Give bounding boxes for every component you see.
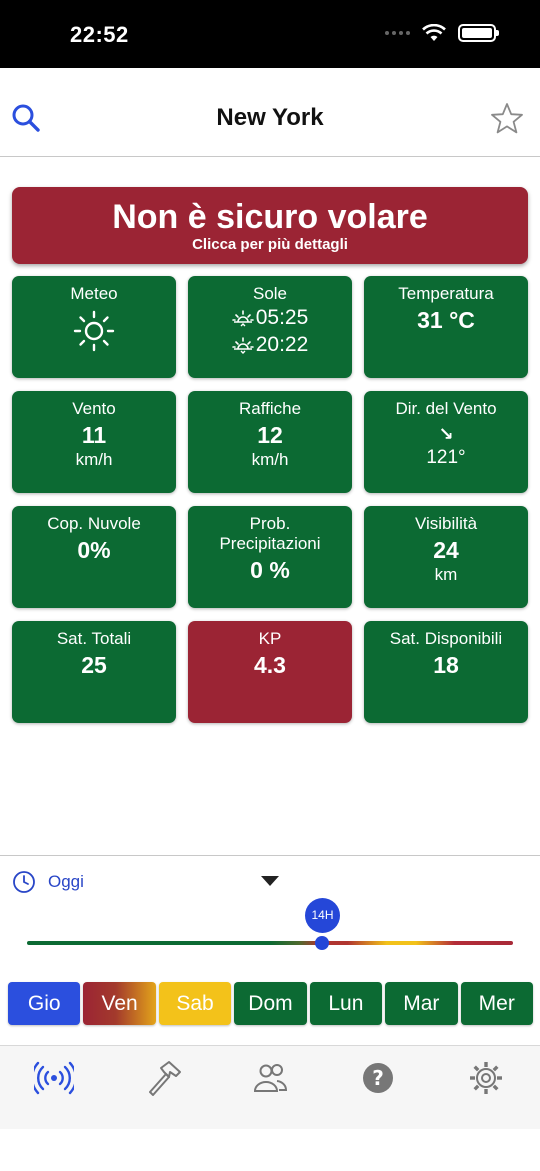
tile-label: Cop. Nuvole xyxy=(47,514,141,533)
page-title: New York xyxy=(216,104,324,131)
tile-label: KP xyxy=(258,629,282,648)
tile-unit: km xyxy=(434,565,458,584)
svg-text:?: ? xyxy=(372,1066,384,1090)
tile-label: Meteo xyxy=(70,284,118,303)
conditions-grid: Meteo Sole 05:25 20:22 Temperatura 31 °C… xyxy=(12,276,528,723)
tile-label: Sat. Disponibili xyxy=(389,629,503,648)
favorite-star-icon[interactable] xyxy=(490,102,524,136)
tile-value: 24 xyxy=(433,537,459,563)
day-button-mar[interactable]: Mar xyxy=(385,982,458,1025)
tile-sole[interactable]: Sole 05:25 20:22 xyxy=(188,276,352,378)
sunset-row: 20:22 xyxy=(188,331,352,358)
tile-value: 18 xyxy=(433,652,459,678)
signal-broadcast-icon xyxy=(34,1061,74,1095)
sun-icon xyxy=(73,310,115,352)
status-time: 22:52 xyxy=(70,22,129,47)
day-button-mer[interactable]: Mer xyxy=(460,982,533,1025)
help-icon: ? xyxy=(363,1063,393,1093)
wifi-icon xyxy=(422,24,446,41)
navigation-bar: New York xyxy=(0,68,540,157)
tile-label: Raffiche xyxy=(238,399,302,418)
tile-probabilita-precipitazioni[interactable]: Prob. Precipitazioni 0 % xyxy=(188,506,352,608)
tab-settings[interactable] xyxy=(464,1060,508,1096)
day-button-gio[interactable]: Gio xyxy=(8,982,81,1025)
day-selector: Gio Ven Sab Dom Lun Mar Mer xyxy=(8,982,533,1025)
tab-tools[interactable] xyxy=(140,1060,184,1096)
sunset-time: 20:22 xyxy=(255,333,309,356)
tab-community[interactable] xyxy=(248,1060,292,1096)
tile-satelliti-disponibili[interactable]: Sat. Disponibili 18 xyxy=(364,621,528,723)
tile-copertura-nuvole[interactable]: Cop. Nuvole 0% xyxy=(12,506,176,608)
tile-unit: km/h xyxy=(251,450,289,469)
tile-value: 121° xyxy=(426,447,466,468)
tile-label: Sat. Totali xyxy=(56,629,132,648)
status-bar: 22:52 xyxy=(0,0,540,68)
safety-details-link: Clicca per più dettagli xyxy=(192,236,348,253)
tile-direzione-vento[interactable]: Dir. del Vento ↘ 121° xyxy=(364,391,528,493)
tile-label: Visibilità xyxy=(414,514,478,533)
tile-meteo[interactable]: Meteo xyxy=(12,276,176,378)
day-button-ven[interactable]: Ven xyxy=(83,982,156,1025)
sunrise-icon xyxy=(231,309,254,326)
sunset-icon xyxy=(231,336,254,354)
hour-slider-track[interactable] xyxy=(27,941,513,945)
tile-value: 4.3 xyxy=(254,652,286,678)
tile-label: Vento xyxy=(72,399,116,418)
sunrise-row: 05:25 xyxy=(188,304,352,331)
day-button-sab[interactable]: Sab xyxy=(158,982,232,1025)
cellular-signal-icon xyxy=(385,31,410,35)
tile-raffiche[interactable]: Raffiche 12 km/h xyxy=(188,391,352,493)
tile-kp-index[interactable]: KP 4.3 xyxy=(188,621,352,723)
tile-value: 25 xyxy=(81,652,107,678)
day-button-lun[interactable]: Lun xyxy=(309,982,383,1025)
tile-label: Prob. Precipitazioni xyxy=(219,514,321,553)
home-indicator-area xyxy=(0,1129,540,1171)
tab-help[interactable]: ? xyxy=(356,1060,400,1096)
tile-value: 12 xyxy=(257,422,283,448)
people-icon xyxy=(253,1064,288,1092)
tile-label: Sole xyxy=(252,284,288,303)
tile-temperatura[interactable]: Temperatura 31 °C xyxy=(364,276,528,378)
hour-slider-thumb[interactable] xyxy=(315,936,329,950)
settings-gear-icon xyxy=(470,1062,502,1094)
safety-status-title: Non è sicuro volare xyxy=(112,198,428,236)
tile-label: Temperatura xyxy=(398,284,494,303)
sunrise-time: 05:25 xyxy=(255,306,309,329)
status-indicators xyxy=(385,24,499,42)
dropdown-caret-icon[interactable] xyxy=(261,876,279,886)
clock-icon xyxy=(13,871,35,893)
today-label: Oggi xyxy=(48,872,84,891)
tile-value: 11 xyxy=(81,422,107,448)
flight-safety-banner[interactable]: Non è sicuro volare Clicca per più detta… xyxy=(12,187,528,264)
wind-direction-arrow-icon: ↘ xyxy=(438,424,454,444)
tile-value: 31 °C xyxy=(417,307,475,333)
hammer-icon xyxy=(149,1061,181,1096)
tile-visibilita[interactable]: Visibilità 24 km xyxy=(364,506,528,608)
day-button-dom[interactable]: Dom xyxy=(234,982,307,1025)
tile-vento[interactable]: Vento 11 km/h xyxy=(12,391,176,493)
tab-bar: ? xyxy=(0,1045,540,1129)
tile-label: Dir. del Vento xyxy=(395,399,497,418)
hour-slider-value: 14H xyxy=(305,898,340,933)
time-selector-panel: Oggi 14H Gio Ven Sab Dom Lun Mar Mer xyxy=(0,855,540,1045)
tile-satelliti-totali[interactable]: Sat. Totali 25 xyxy=(12,621,176,723)
tab-conditions[interactable] xyxy=(32,1060,76,1096)
tile-value: 0% xyxy=(77,537,111,563)
tile-unit: km/h xyxy=(75,450,113,469)
tile-value: 0 % xyxy=(250,557,290,583)
battery-icon xyxy=(458,24,499,42)
today-selector[interactable]: Oggi xyxy=(12,870,84,894)
